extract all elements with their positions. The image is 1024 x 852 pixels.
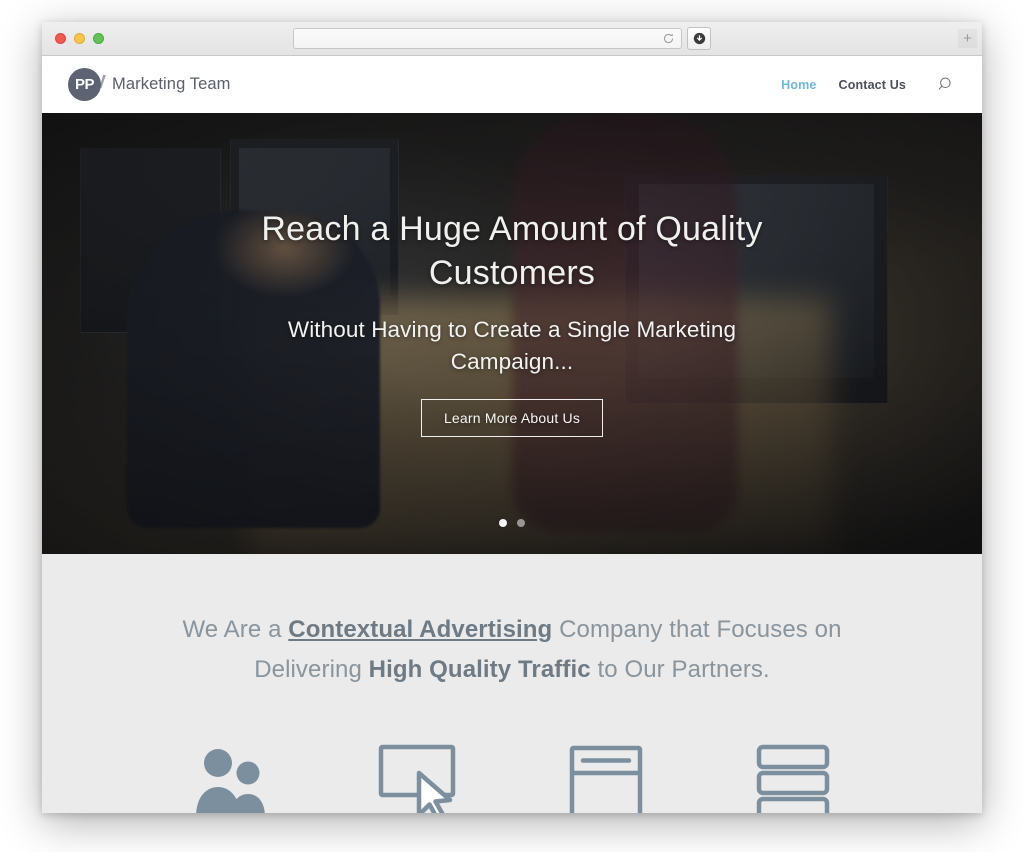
hero-content: Reach a Huge Amount of Quality Customers… bbox=[42, 113, 982, 554]
feature-icon-browser-window[interactable] bbox=[556, 737, 656, 813]
intro-line1-strong: Contextual Advertising bbox=[288, 616, 553, 643]
site-header: PP V Marketing Team Home Contact Us bbox=[42, 56, 982, 113]
browser-titlebar: + bbox=[42, 22, 982, 56]
feature-icon-click-screen[interactable] bbox=[368, 737, 468, 813]
site-logo[interactable]: PP V Marketing Team bbox=[68, 68, 230, 101]
slider-dot-1[interactable] bbox=[499, 519, 507, 527]
browser-window: + PP V Marketing Team Home Contact Us bbox=[42, 22, 982, 813]
feature-icon-row bbox=[42, 737, 982, 813]
slider-pagination bbox=[42, 519, 982, 527]
search-button[interactable] bbox=[936, 76, 953, 93]
address-bar[interactable] bbox=[293, 28, 682, 49]
intro-line1-part2: Company that Focuses on bbox=[552, 616, 842, 643]
hero-slider: Reach a Huge Amount of Quality Customers… bbox=[42, 113, 982, 554]
feature-icon-stacked-bars[interactable] bbox=[743, 737, 843, 813]
nav-item-home[interactable]: Home bbox=[781, 78, 816, 92]
downloads-button[interactable] bbox=[687, 27, 711, 50]
logo-text: Marketing Team bbox=[112, 75, 231, 93]
intro-headline: We Are a Contextual Advertising Company … bbox=[147, 610, 877, 691]
new-tab-button[interactable]: + bbox=[958, 29, 977, 48]
search-icon bbox=[938, 77, 951, 90]
zoom-window-button[interactable] bbox=[93, 33, 104, 44]
stacked-bars-icon bbox=[757, 744, 830, 813]
learn-more-button[interactable]: Learn More About Us bbox=[420, 399, 604, 438]
close-window-button[interactable] bbox=[55, 33, 66, 44]
main-navigation: Home Contact Us bbox=[781, 76, 953, 93]
browser-window-icon bbox=[569, 745, 642, 813]
nav-item-contact-us[interactable]: Contact Us bbox=[839, 78, 906, 92]
download-icon bbox=[693, 32, 705, 45]
page-viewport: PP V Marketing Team Home Contact Us bbox=[42, 56, 982, 813]
hero-title: Reach a Huge Amount of Quality Customers bbox=[261, 210, 763, 293]
click-screen-icon bbox=[379, 744, 456, 813]
logo-badge: PP bbox=[68, 68, 101, 101]
feature-icon-people[interactable] bbox=[181, 737, 281, 813]
hero-subtitle: Without Having to Create a Single Market… bbox=[287, 317, 737, 374]
intro-line2-strong: High Quality Traffic bbox=[368, 656, 591, 684]
window-controls bbox=[55, 33, 104, 44]
reload-icon[interactable] bbox=[662, 32, 675, 45]
slider-dot-2[interactable] bbox=[517, 519, 525, 527]
intro-section: We Are a Contextual Advertising Company … bbox=[42, 554, 982, 813]
intro-line2-part2: to Our Partners. bbox=[590, 656, 770, 684]
people-icon bbox=[195, 748, 265, 813]
intro-line1-part1: We Are a bbox=[182, 616, 289, 643]
intro-line2-part1: Delivering bbox=[254, 656, 369, 684]
minimize-window-button[interactable] bbox=[74, 33, 85, 44]
